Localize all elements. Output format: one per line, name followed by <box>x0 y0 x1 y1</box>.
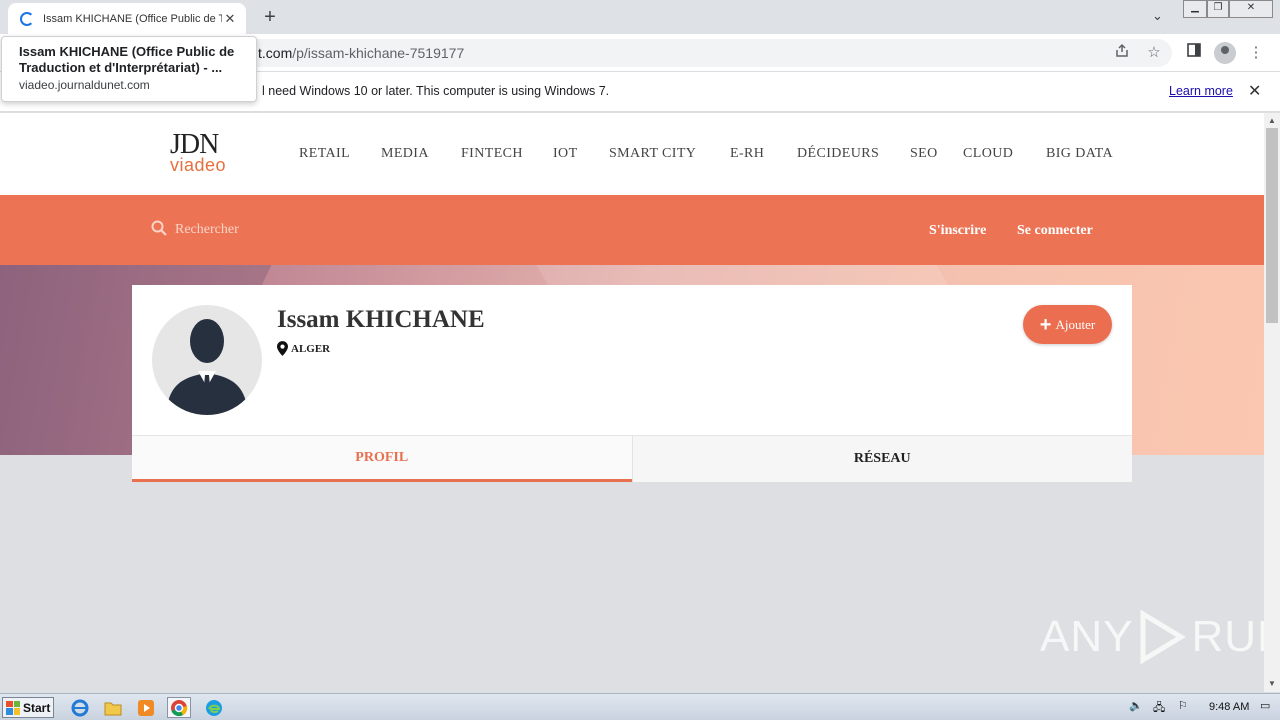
login-link[interactable]: Se connecter <box>1017 223 1093 239</box>
taskbar-clock[interactable]: 9:48 AM <box>1209 701 1249 713</box>
network-icon[interactable]: 🖧 <box>1153 699 1165 718</box>
nav-retail[interactable]: RETAIL <box>299 146 350 162</box>
scroll-up-icon[interactable]: ▲ <box>1268 116 1276 125</box>
ie-icon[interactable] <box>68 697 92 718</box>
nav-cloud[interactable]: CLOUD <box>963 146 1013 162</box>
logo-viadeo: viadeo <box>170 155 227 175</box>
location-pin-icon <box>277 341 288 356</box>
jdn-viadeo-logo[interactable]: JDN viadeo <box>170 131 250 177</box>
scrollbar-thumb[interactable] <box>1266 128 1278 323</box>
hovercard-url: viadeo.journaldunet.com <box>19 78 150 92</box>
info-bar-close-icon[interactable]: ✕ <box>1248 81 1261 101</box>
side-panel-icon[interactable] <box>1184 43 1204 63</box>
plus-icon: + <box>1039 313 1052 336</box>
add-contact-button[interactable]: + Ajouter <box>1023 305 1112 344</box>
url-path: /p/issam-khichane-7519177 <box>292 45 465 61</box>
tab-search-chevron-icon[interactable]: ⌄ <box>1152 8 1163 24</box>
tab-hovercard: Issam KHICHANE (Office Public de Traduct… <box>1 36 257 102</box>
nav-media[interactable]: MEDIA <box>381 146 429 162</box>
search-input[interactable]: Rechercher <box>175 222 239 238</box>
watermark-right-text: RUN <box>1191 612 1264 661</box>
profile-card: Issam KHICHANE ALGER + Ajouter PROFIL RÉ… <box>132 285 1132 482</box>
person-silhouette-icon <box>166 319 248 415</box>
add-button-label: Ajouter <box>1055 316 1096 332</box>
profile-tabs: PROFIL RÉSEAU <box>132 435 1132 482</box>
windows-taskbar: Start 🔈 🖧 ⚐ 9:48 AM ▭ <box>0 693 1280 720</box>
action-center-flag-icon[interactable]: ⚐ <box>1178 699 1188 712</box>
tab-profil[interactable]: PROFIL <box>132 436 632 482</box>
new-tab-button[interactable]: + <box>258 6 282 30</box>
windows-flag-icon <box>6 700 20 715</box>
nav-decideurs[interactable]: DÉCIDEURS <box>797 146 879 162</box>
start-label: Start <box>23 700 51 715</box>
share-icon[interactable] <box>1112 43 1132 63</box>
nav-e-rh[interactable]: E-RH <box>730 146 764 162</box>
nav-fintech[interactable]: FINTECH <box>461 146 523 162</box>
tab-reseau[interactable]: RÉSEAU <box>631 436 1132 482</box>
location-text: ALGER <box>291 342 331 355</box>
search-bar-strip: Rechercher S'inscrire Se connecter <box>0 195 1264 265</box>
hovercard-title: Issam KHICHANE (Office Public de Traduct… <box>19 44 235 75</box>
avatar <box>152 305 262 415</box>
start-button[interactable]: Start <box>2 697 54 718</box>
window-controls: ▁ ❐ ✕ <box>1183 0 1273 18</box>
learn-more-link[interactable]: Learn more <box>1169 84 1233 98</box>
profile-avatar-icon[interactable] <box>1214 42 1236 64</box>
url-text[interactable]: t.com/p/issam-khichane-7519177 <box>258 45 464 61</box>
minimize-icon[interactable]: ▁ <box>1183 0 1207 18</box>
tab-close-icon[interactable]: ✕ <box>222 11 238 27</box>
volume-icon[interactable]: 🔈 <box>1129 699 1143 712</box>
nav-iot[interactable]: IOT <box>553 146 578 162</box>
anyrun-watermark: ANY RUN <box>1040 610 1264 664</box>
signup-link[interactable]: S'inscrire <box>929 223 986 239</box>
bookmark-star-icon[interactable]: ☆ <box>1144 43 1164 63</box>
tab-title: Issam KHICHANE (Office Public de Tr <box>43 12 222 25</box>
menu-dots-icon[interactable]: ⋮ <box>1246 43 1266 63</box>
explorer-folder-icon[interactable] <box>101 697 125 718</box>
page-scrollbar[interactable]: ▲ ▼ <box>1264 113 1280 692</box>
close-window-icon[interactable]: ✕ <box>1229 0 1273 18</box>
show-desktop-icon[interactable]: ▭ <box>1260 699 1270 712</box>
site-header: JDN viadeo RETAIL MEDIA FINTECH IOT SMAR… <box>0 113 1264 195</box>
nav-seo[interactable]: SEO <box>910 146 938 162</box>
edge-icon[interactable] <box>202 697 226 718</box>
nav-smart-city[interactable]: SMART CITY <box>609 146 696 162</box>
chrome-icon[interactable] <box>167 697 191 718</box>
media-player-icon[interactable] <box>134 697 158 718</box>
profile-name: Issam KHICHANE <box>277 306 485 333</box>
watermark-left-text: ANY <box>1040 612 1134 661</box>
restore-icon[interactable]: ❐ <box>1207 0 1229 18</box>
url-host: t.com <box>258 45 293 61</box>
search-icon[interactable] <box>151 220 167 236</box>
loading-spinner-icon <box>20 11 34 26</box>
play-logo-icon <box>1140 610 1187 664</box>
nav-big-data[interactable]: BIG DATA <box>1046 146 1113 162</box>
info-bar-message: l need Windows 10 or later. This compute… <box>262 84 610 98</box>
page-viewport: JDN viadeo RETAIL MEDIA FINTECH IOT SMAR… <box>0 113 1264 692</box>
browser-tab[interactable]: Issam KHICHANE (Office Public de Tr ✕ <box>8 3 246 34</box>
browser-tabstrip: Issam KHICHANE (Office Public de Tr ✕ + … <box>0 0 1280 34</box>
profile-location: ALGER <box>277 341 330 356</box>
scroll-down-icon[interactable]: ▼ <box>1268 679 1276 688</box>
